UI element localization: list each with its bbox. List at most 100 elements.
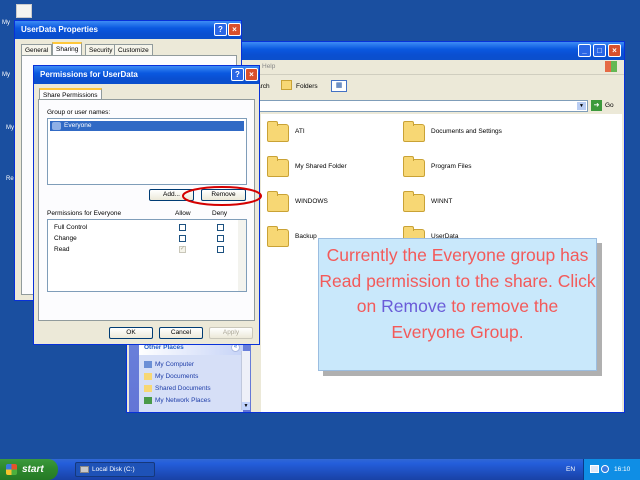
task-link-label: My Documents bbox=[155, 373, 199, 381]
apply-button[interactable]: Apply bbox=[209, 327, 253, 339]
taskbar-button-local-disk[interactable]: Local Disk (C:) bbox=[75, 462, 155, 477]
task-link-shared-documents[interactable]: Shared Documents bbox=[144, 385, 211, 392]
other-places-title: Other Places bbox=[144, 344, 184, 351]
folder-icon bbox=[267, 191, 289, 212]
permission-name: Full Control bbox=[54, 224, 88, 231]
folder-label: Documents and Settings bbox=[431, 128, 502, 135]
properties-title: UserData Properties bbox=[21, 25, 98, 34]
language-indicator[interactable]: EN bbox=[566, 466, 575, 473]
maximize-button[interactable]: □ bbox=[593, 44, 606, 57]
users-group-icon bbox=[52, 122, 61, 130]
monitor-icon[interactable] bbox=[590, 465, 599, 473]
permissions-header: Permissions for Everyone bbox=[47, 210, 122, 217]
close-button[interactable]: × bbox=[245, 68, 258, 81]
permissions-title: Permissions for UserData bbox=[40, 70, 138, 79]
help-menu[interactable]: Help bbox=[262, 63, 275, 70]
document-icon bbox=[16, 4, 32, 18]
folder-label: Program Files bbox=[431, 163, 472, 170]
task-label: Local Disk (C:) bbox=[92, 466, 135, 473]
task-link-label: Shared Documents bbox=[155, 385, 211, 393]
desktop-icon-label: My bbox=[2, 72, 10, 78]
tab-sharing[interactable]: Sharing bbox=[52, 42, 83, 55]
ok-button[interactable]: OK bbox=[109, 327, 153, 339]
permission-name: Change bbox=[54, 235, 77, 242]
address-field[interactable]: ▼ bbox=[251, 100, 588, 112]
table-row: Full Control bbox=[48, 223, 246, 233]
tab-customize[interactable]: Customize bbox=[114, 44, 153, 55]
deny-checkbox[interactable] bbox=[217, 235, 224, 242]
desktop-icon-label: My bbox=[2, 20, 10, 26]
help-button[interactable]: ? bbox=[231, 68, 244, 81]
allow-header: Allow bbox=[175, 210, 191, 217]
folder-icon bbox=[403, 156, 425, 177]
folder-icon bbox=[144, 373, 152, 380]
table-row: Change bbox=[48, 234, 246, 244]
group-name: Everyone bbox=[64, 122, 92, 129]
share-permissions-panel: Group or user names: Everyone Add... Rem… bbox=[38, 99, 255, 321]
network-icon bbox=[144, 397, 152, 404]
folders-button[interactable]: Folders bbox=[296, 83, 318, 90]
folder-icon bbox=[267, 226, 289, 247]
remove-highlight-circle bbox=[182, 186, 262, 206]
vertical-scrollbar[interactable]: ▼ bbox=[241, 351, 250, 410]
folder-icon bbox=[267, 156, 289, 177]
address-dropdown-button[interactable]: ▼ bbox=[577, 102, 586, 110]
table-row: Read ✓ bbox=[48, 245, 246, 255]
instruction-callout: Currently the Everyone group has Read pe… bbox=[318, 238, 597, 371]
folder-item[interactable]: Documents and Settings bbox=[403, 121, 533, 150]
permission-name: Read bbox=[54, 246, 70, 253]
folder-label: My Shared Folder bbox=[295, 163, 347, 170]
folder-item[interactable]: WINNT bbox=[403, 191, 533, 220]
deny-checkbox[interactable] bbox=[217, 224, 224, 231]
folder-item[interactable]: Program Files bbox=[403, 156, 533, 185]
tab-general[interactable]: General bbox=[21, 44, 53, 55]
folder-label: WINDOWS bbox=[295, 198, 328, 205]
group-label: Group or user names: bbox=[47, 109, 111, 116]
folder-icon bbox=[144, 385, 152, 392]
cancel-button[interactable]: Cancel bbox=[159, 327, 203, 339]
permissions-titlebar[interactable]: Permissions for UserData bbox=[34, 66, 259, 84]
table-scrollbar[interactable] bbox=[238, 220, 246, 291]
system-tray: 16:10 bbox=[583, 459, 640, 480]
properties-tabs: General Sharing Security Customize bbox=[21, 42, 237, 55]
desktop-icon-my-computer[interactable]: My bbox=[2, 72, 10, 78]
group-listbox[interactable]: Everyone bbox=[47, 118, 247, 185]
deny-checkbox[interactable] bbox=[217, 246, 224, 253]
task-link-my-documents[interactable]: My Documents bbox=[144, 373, 198, 380]
tab-security[interactable]: Security bbox=[85, 44, 117, 55]
callout-keyword: Remove bbox=[381, 296, 447, 316]
minimize-button[interactable]: _ bbox=[578, 44, 591, 57]
folder-label: WINNT bbox=[431, 198, 453, 205]
taskbar: start Local Disk (C:) EN 16:10 bbox=[0, 459, 640, 480]
folder-label: ATI bbox=[295, 128, 305, 135]
views-button[interactable]: ▦ bbox=[331, 80, 347, 92]
folder-item[interactable]: My Shared Folder bbox=[267, 156, 397, 185]
windows-logo-icon bbox=[605, 61, 617, 72]
help-icon[interactable] bbox=[601, 465, 609, 473]
task-link-my-computer[interactable]: My Computer bbox=[144, 361, 194, 368]
folder-item[interactable]: WINDOWS bbox=[267, 191, 397, 220]
scroll-down-arrow-icon[interactable]: ▼ bbox=[242, 402, 250, 410]
desktop-icon-recycle-bin[interactable]: Re bbox=[6, 176, 14, 182]
list-item-everyone[interactable]: Everyone bbox=[50, 121, 244, 131]
allow-checkbox[interactable] bbox=[179, 224, 186, 231]
permissions-table: Full Control Change Read ✓ bbox=[47, 219, 247, 292]
other-places-panel: My Computer My Documents Shared Document… bbox=[139, 355, 243, 412]
desktop-icon-my-network[interactable]: My bbox=[6, 125, 14, 131]
folder-icon bbox=[403, 191, 425, 212]
close-button[interactable]: × bbox=[608, 44, 621, 57]
properties-titlebar[interactable]: UserData Properties bbox=[15, 21, 241, 39]
go-button[interactable]: Go bbox=[605, 102, 614, 109]
help-button[interactable]: ? bbox=[214, 23, 227, 36]
go-icon[interactable]: ➜ bbox=[591, 100, 602, 111]
folder-item[interactable]: ATI bbox=[267, 121, 397, 150]
task-link-my-network-places[interactable]: My Network Places bbox=[144, 397, 211, 404]
allow-checkbox[interactable] bbox=[179, 235, 186, 242]
desktop-icon-label: Re bbox=[6, 176, 14, 182]
allow-checkbox[interactable]: ✓ bbox=[179, 246, 186, 253]
clock: 16:10 bbox=[614, 466, 631, 473]
task-link-label: My Network Places bbox=[155, 397, 211, 405]
close-button[interactable]: × bbox=[228, 23, 241, 36]
start-label: start bbox=[22, 464, 44, 475]
start-button[interactable]: start bbox=[0, 459, 58, 480]
